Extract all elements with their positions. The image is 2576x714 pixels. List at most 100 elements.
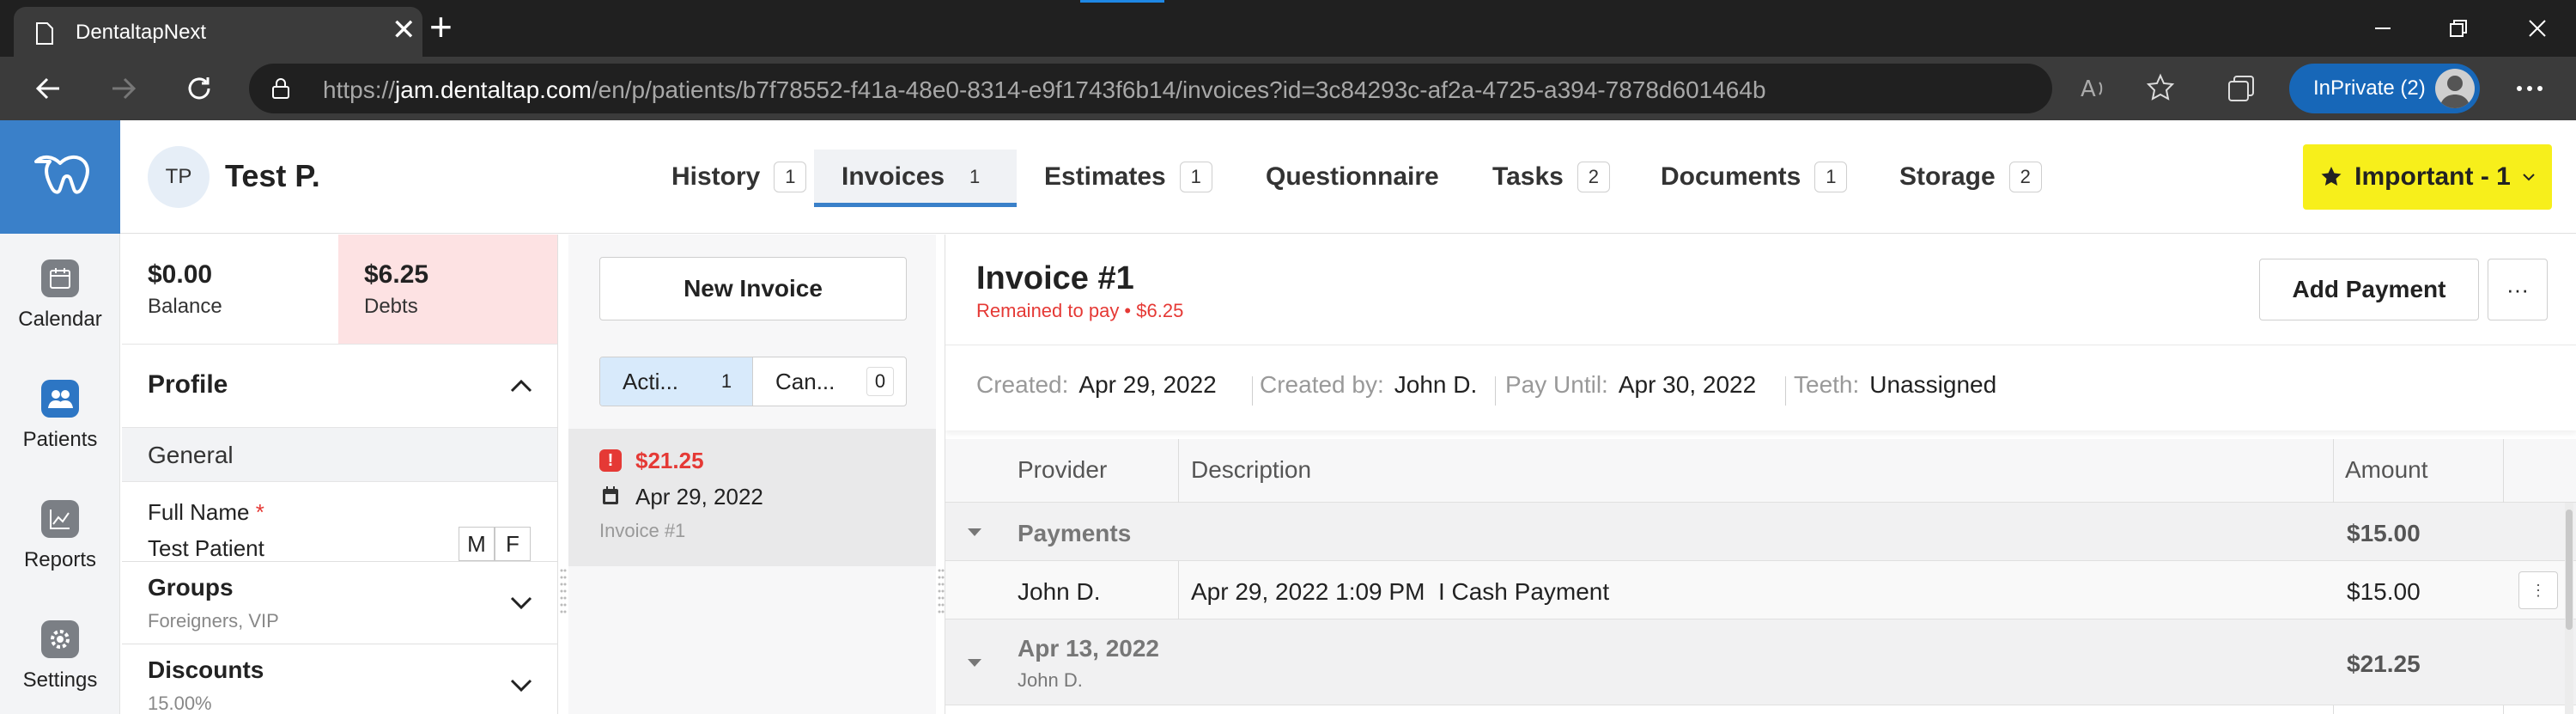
- nav-reports[interactable]: Reports: [0, 490, 120, 593]
- tab-documents[interactable]: Documents 1: [1643, 150, 1864, 204]
- tab-count-badge: 1: [1179, 162, 1212, 192]
- tab-history[interactable]: History 1: [653, 150, 823, 204]
- favorites-icon[interactable]: [2145, 71, 2179, 106]
- lock-icon[interactable]: [271, 78, 290, 99]
- settings-icon: [41, 620, 79, 658]
- inprivate-label: InPrivate (2): [2313, 76, 2426, 100]
- new-invoice-button[interactable]: New Invoice: [599, 257, 907, 320]
- invoice-meta-bar: Created: Apr 29, 2022 Created by: John D. …: [945, 345, 2576, 430]
- tab-label: History: [671, 162, 761, 191]
- filter-cancelled[interactable]: Can... 0: [753, 357, 906, 406]
- column-provider[interactable]: Provider: [1018, 456, 1107, 484]
- gender-female-button[interactable]: F: [495, 527, 531, 561]
- meta-value[interactable]: Unassigned: [1869, 371, 1996, 398]
- patients-icon: [41, 380, 79, 418]
- settings-more-icon[interactable]: [2512, 71, 2547, 106]
- row-description: Apr 29, 2022 1:09 PM I Cash Payment: [1191, 578, 1610, 605]
- meta-divider: [1495, 376, 1496, 406]
- patient-name[interactable]: Test P.: [225, 158, 320, 194]
- back-icon[interactable]: [31, 71, 65, 106]
- full-name-label: Full Name *: [148, 499, 264, 526]
- inprivate-button[interactable]: InPrivate (2): [2289, 64, 2480, 113]
- services-group-row[interactable]: Apr 13, 2022 John D. $21.25: [945, 619, 2576, 705]
- caret-down-icon: [2523, 174, 2535, 181]
- group-amount: $15.00: [2347, 520, 2421, 546]
- collections-icon[interactable]: [2224, 71, 2258, 106]
- tab-count-badge: 2: [1577, 162, 1610, 192]
- invoice-title: Invoice #1: [976, 260, 1134, 296]
- profile-section-header[interactable]: Profile: [122, 345, 557, 427]
- important-label: Important - 1: [2354, 162, 2511, 191]
- balance-label: Balance: [148, 295, 222, 318]
- nav-patients[interactable]: Patients: [0, 369, 120, 473]
- tab-label: Questionnaire: [1266, 162, 1439, 191]
- column-description[interactable]: Description: [1191, 456, 1311, 484]
- address-bar[interactable]: https://jam.dentaltap.com/en/p/patients/…: [249, 64, 2103, 113]
- tab-count-badge: 2: [2008, 162, 2042, 192]
- gender-male-button[interactable]: M: [459, 527, 495, 561]
- group-amount: $21.25: [2347, 650, 2421, 677]
- panel-resize-handle[interactable]: [560, 567, 567, 619]
- full-name-field[interactable]: Test Patient: [148, 535, 264, 562]
- active-tab-indicator: [814, 203, 1017, 207]
- window-accent: [1080, 0, 1164, 3]
- discounts-title: Discounts: [148, 656, 264, 683]
- groups-section[interactable]: Groups Foreigners, VIP: [122, 561, 557, 644]
- caret-down-icon[interactable]: [968, 659, 981, 667]
- invoice-detail-panel: Invoice #1 Remained to pay • $6.25 Add P…: [945, 235, 2576, 714]
- filter-active[interactable]: Acti... 1: [600, 357, 753, 406]
- patient-avatar[interactable]: TP: [148, 146, 210, 208]
- caret-down-icon[interactable]: [968, 528, 981, 536]
- column-divider: [1178, 439, 1179, 503]
- group-title: Payments: [1018, 520, 1132, 546]
- refresh-icon[interactable]: [182, 71, 216, 106]
- discounts-section[interactable]: Discounts 15.00%: [122, 644, 557, 714]
- reports-icon: [41, 500, 79, 538]
- tab-questionnaire[interactable]: Questionnaire: [1249, 150, 1456, 204]
- close-window-icon[interactable]: [2518, 9, 2557, 48]
- add-payment-button[interactable]: Add Payment: [2259, 259, 2479, 320]
- meta-value[interactable]: Apr 30, 2022: [1619, 371, 1756, 398]
- debts-card: $6.25 Debts: [338, 235, 557, 345]
- payments-group-row[interactable]: Payments $15.00: [945, 503, 2576, 561]
- nav-label: Settings: [22, 668, 98, 692]
- calendar-icon: [41, 259, 79, 297]
- column-amount[interactable]: Amount: [2345, 456, 2428, 484]
- close-tab-icon[interactable]: ✕: [392, 15, 416, 45]
- meta-value[interactable]: Apr 29, 2022: [1078, 371, 1216, 398]
- invoice-card[interactable]: ! $21.25 Apr 29, 2022 Invoice #1: [568, 429, 936, 566]
- panel-resize-handle[interactable]: [938, 567, 945, 619]
- tab-estimates[interactable]: Estimates 1: [1027, 150, 1230, 204]
- new-tab-icon[interactable]: +: [429, 7, 453, 46]
- tab-label: Invoices: [841, 162, 945, 191]
- balance-value: $0.00: [148, 260, 213, 289]
- balance-card: $0.00 Balance: [122, 235, 338, 345]
- meta-divider: [1252, 376, 1253, 406]
- chevron-up-icon[interactable]: [508, 374, 534, 400]
- tooth-logo-icon[interactable]: [0, 120, 120, 234]
- chevron-down-icon[interactable]: [508, 589, 534, 615]
- full-name-label-text: Full Name: [148, 499, 250, 525]
- read-aloud-icon[interactable]: A: [2076, 71, 2111, 106]
- nav-calendar[interactable]: Calendar: [0, 249, 120, 352]
- important-button[interactable]: Important - 1: [2303, 144, 2552, 210]
- meta-value[interactable]: John D.: [1394, 371, 1478, 398]
- more-options-button[interactable]: ···: [2488, 259, 2548, 320]
- profile-avatar-icon: [2435, 69, 2475, 108]
- scrollbar-thumb[interactable]: [2566, 510, 2573, 630]
- row-menu-icon[interactable]: ⋮: [2518, 571, 2558, 609]
- table-row[interactable]: John D. Apr 29, 2022 1:09 PM I Cash Paym…: [945, 561, 2576, 619]
- tab-invoices[interactable]: Invoices 1: [814, 150, 1017, 204]
- browser-tab[interactable]: DentaltapNext ✕: [14, 7, 422, 57]
- nav-settings[interactable]: Settings: [0, 610, 120, 713]
- tab-tasks[interactable]: Tasks 2: [1475, 150, 1627, 204]
- chevron-down-icon[interactable]: [508, 672, 534, 698]
- row-provider: John D.: [1018, 578, 1101, 605]
- minimize-icon[interactable]: [2363, 9, 2403, 48]
- restore-icon[interactable]: [2439, 9, 2478, 48]
- group-title: Apr 13, 2022: [1018, 635, 1159, 662]
- forward-icon[interactable]: [106, 71, 141, 106]
- tab-storage[interactable]: Storage 2: [1882, 150, 2059, 204]
- url-text[interactable]: https://jam.dentaltap.com/en/p/patients/…: [323, 76, 1766, 104]
- general-label: General: [148, 442, 234, 468]
